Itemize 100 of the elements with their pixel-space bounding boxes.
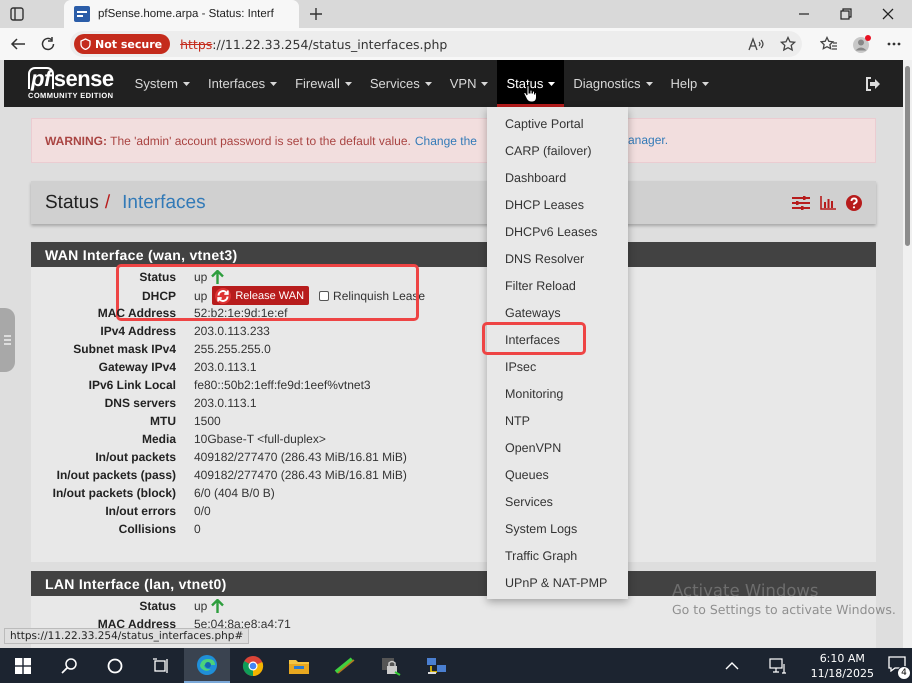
link-text[interactable]: anager. [628, 133, 668, 147]
scrollbar[interactable] [903, 60, 912, 648]
security-badge[interactable]: Not secure [74, 34, 170, 54]
network-icon[interactable] [768, 658, 787, 674]
network-computers-icon[interactable] [426, 656, 448, 676]
field-value: 409182/277470 (286.43 MiB/16.81 MiB) [194, 468, 407, 482]
help-icon[interactable] [846, 194, 862, 210]
url-text[interactable]: https://11.22.33.254/status_interfaces.php [180, 36, 448, 52]
reload-icon[interactable] [40, 36, 56, 52]
dropdown-item[interactable]: OpenVPN [487, 434, 628, 461]
new-tab-icon[interactable] [309, 7, 323, 21]
nav-menu[interactable]: System [126, 60, 199, 107]
field-label: Subnet mask IPv4 [72, 342, 176, 356]
breadcrumb-separator: / [104, 192, 110, 214]
dropdown-item[interactable]: Captive Portal [487, 110, 628, 137]
side-panel-handle[interactable] [0, 308, 15, 372]
chart-icon[interactable] [820, 196, 836, 210]
dropdown-item[interactable]: IPsec [487, 353, 628, 380]
nav-menu[interactable]: VPN [440, 60, 498, 107]
restore-icon[interactable] [840, 8, 852, 20]
change-password-link[interactable]: Change the [414, 134, 477, 148]
field-value: 10Gbase-T <full-duplex> [194, 432, 326, 446]
refresh-icon [215, 288, 232, 304]
chrome-browser-icon[interactable] [242, 654, 264, 676]
field-value: 255.255.255.0 [194, 342, 271, 356]
field-label: DNS servers [104, 396, 176, 410]
field-label: Collisions [118, 522, 176, 536]
lock-icon[interactable] [380, 656, 402, 676]
close-icon[interactable] [882, 8, 894, 20]
dropdown-item[interactable]: Dashboard [487, 164, 628, 191]
notification-count: 4 [897, 666, 911, 680]
nav-menu[interactable]: Firewall [286, 60, 361, 107]
nav-menu[interactable]: Status [497, 60, 564, 107]
logout-icon[interactable] [865, 76, 881, 90]
link-preview-tooltip: https://11.22.33.254/status_interfaces.php# [4, 628, 250, 644]
scrollbar-thumb[interactable] [905, 66, 910, 246]
nav-menu[interactable]: Interfaces [199, 60, 286, 107]
handle-grip-icon [4, 334, 11, 346]
field-label: Gateway IPv4 [98, 360, 176, 374]
field-value: 0/0 [194, 504, 211, 518]
dropdown-item[interactable]: Traffic Graph [487, 542, 628, 569]
dropdown-item[interactable]: Filter Reload [487, 272, 628, 299]
browser-tab[interactable]: pfSense.home.arpa - Status: Interf [64, 0, 299, 28]
dropdown-item[interactable]: DHCPv6 Leases [487, 218, 628, 245]
dropdown-item[interactable]: NTP [487, 407, 628, 434]
star-icon[interactable] [780, 36, 796, 52]
dropdown-item[interactable]: Interfaces [487, 326, 628, 353]
field-label: IPv4 Address [99, 324, 176, 338]
field-value: 203.0.113.1 [194, 396, 257, 410]
status-value: up [194, 270, 208, 284]
relinquish-lease-checkbox[interactable] [319, 290, 330, 300]
field-label: In/out errors [104, 504, 176, 518]
dropdown-item[interactable]: System Logs [487, 515, 628, 542]
up-arrow-icon [211, 270, 224, 284]
dropdown-item[interactable]: Gateways [487, 299, 628, 326]
start-icon[interactable] [15, 658, 31, 674]
read-aloud-icon[interactable] [748, 37, 764, 51]
status-value: up [194, 599, 208, 613]
field-value: fe80::50b2:1eff:fe9d:1eef%vtnet3 [194, 378, 371, 392]
field-value: 1500 [194, 414, 221, 428]
page-title: Interfaces [122, 192, 206, 214]
field-value: 0 [194, 522, 201, 536]
dropdown-item[interactable]: CARP (failover) [487, 137, 628, 164]
tab-title: pfSense.home.arpa - Status: Interf [98, 8, 274, 20]
field-label: IPv6 Link Local [88, 378, 176, 392]
dropdown-item[interactable]: Monitoring [487, 380, 628, 407]
release-wan-button[interactable]: Release WAN [212, 286, 310, 305]
caret-icon [548, 82, 556, 86]
field-value: 203.0.113.233 [194, 324, 270, 338]
field-label: DHCP [140, 288, 176, 302]
dropdown-item[interactable]: UPnP & NAT-PMP [487, 569, 628, 596]
profile-icon[interactable] [852, 34, 872, 54]
status-value: up [194, 288, 208, 302]
settings-sliders-icon[interactable] [792, 196, 810, 210]
caret-icon [481, 82, 488, 86]
field-value: 6/0 (404 B/0 B) [194, 486, 275, 500]
search-icon[interactable] [61, 658, 77, 674]
field-label: In/out packets (block) [52, 486, 176, 500]
dropdown-item[interactable]: Services [487, 488, 628, 515]
field-value: 5e:04:8a:e8:a4:71 [194, 617, 291, 631]
field-label: Status [138, 270, 176, 284]
dropdown-item[interactable]: Queues [487, 461, 628, 488]
nav-menu[interactable]: Help [662, 60, 718, 107]
edge-browser-icon[interactable] [196, 654, 218, 676]
activation-text: Go to Settings to activate Windows. [672, 602, 896, 617]
network-tool-icon[interactable] [334, 656, 356, 674]
nav-menu[interactable]: Diagnostics [564, 60, 662, 107]
taskbar-clock[interactable]: 6:10 AM 11/18/2025 [810, 650, 874, 680]
field-label: Media [140, 432, 176, 446]
tab-actions-icon[interactable] [10, 7, 24, 21]
cortana-icon[interactable] [107, 658, 123, 674]
back-icon[interactable] [10, 36, 26, 52]
field-value: 203.0.113.1 [194, 360, 257, 374]
dropdown-item[interactable]: DHCP Leases [487, 191, 628, 218]
task-view-icon[interactable] [153, 658, 169, 674]
chevron-up-icon[interactable] [724, 660, 739, 670]
field-value: 409182/277470 (286.43 MiB/16.81 MiB) [194, 450, 407, 464]
nav-menu[interactable]: Services [360, 60, 441, 107]
breadcrumb-section[interactable]: Status [45, 192, 99, 214]
favorites-icon[interactable] [820, 36, 838, 52]
